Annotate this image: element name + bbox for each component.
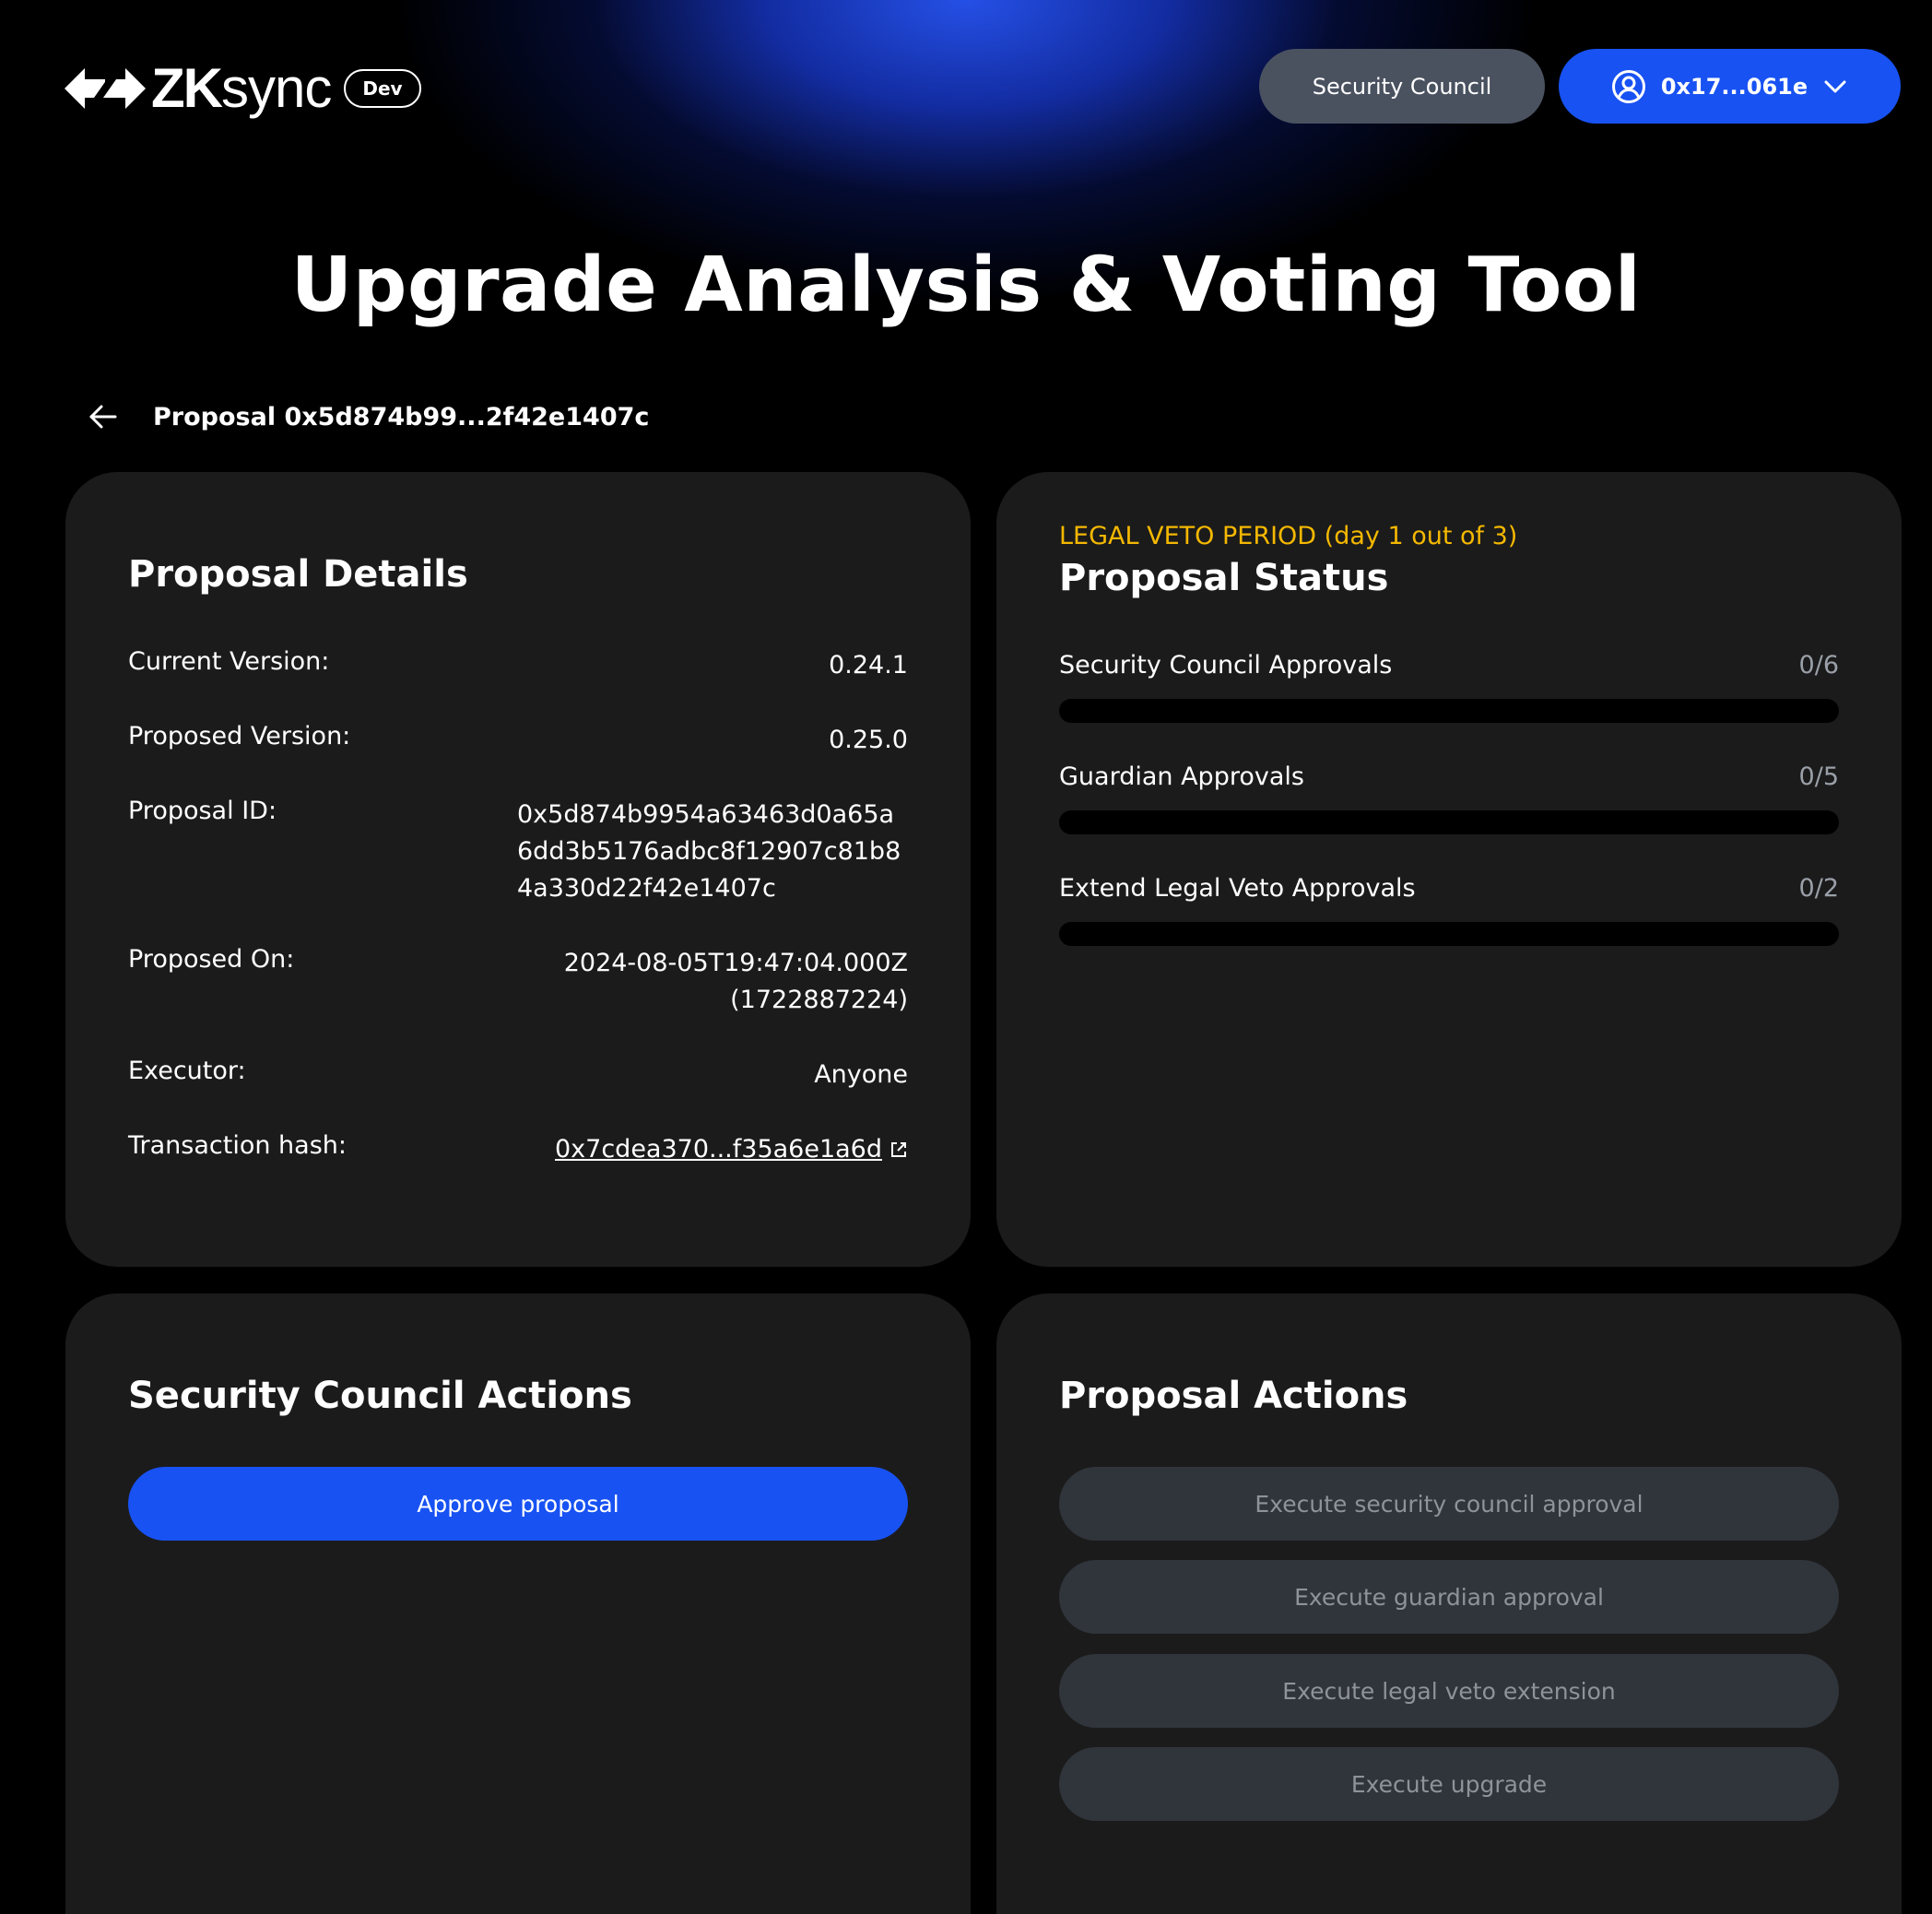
back-arrow-icon[interactable] bbox=[88, 402, 118, 431]
proposed-on-value: 2024-08-05T19:47:04.000Z (1722887224) bbox=[564, 945, 908, 1019]
progress-bar bbox=[1059, 699, 1839, 723]
transaction-hash-link[interactable]: 0x7cdea370...f35a6e1a6d bbox=[555, 1131, 908, 1168]
wallet-address: 0x17...061e bbox=[1660, 73, 1808, 100]
execute-upgrade-button[interactable]: Execute upgrade bbox=[1059, 1747, 1839, 1821]
stat-label: Guardian Approvals bbox=[1059, 762, 1304, 791]
progress-bar bbox=[1059, 922, 1839, 946]
stat-label: Security Council Approvals bbox=[1059, 651, 1393, 679]
detail-row-proposed-on: Proposed On: 2024-08-05T19:47:04.000Z (1… bbox=[128, 945, 908, 1019]
detail-row-current-version: Current Version: 0.24.1 bbox=[128, 647, 908, 684]
proposal-status-title: Proposal Status bbox=[1059, 557, 1389, 599]
progress-bar bbox=[1059, 810, 1839, 834]
detail-value: Anyone bbox=[814, 1060, 908, 1089]
security-council-button[interactable]: Security Council bbox=[1259, 49, 1545, 124]
proposal-details-title: Proposal Details bbox=[128, 553, 468, 596]
zksync-logo[interactable]: ZKsync Dev bbox=[65, 61, 421, 116]
detail-row-executor: Executor: Anyone bbox=[128, 1057, 908, 1093]
detail-row-proposal-id: Proposal ID: 0x5d874b9954a63463d0a65a6dd… bbox=[128, 797, 908, 907]
approve-proposal-button[interactable]: Approve proposal bbox=[128, 1467, 908, 1541]
external-link-icon bbox=[891, 1142, 906, 1157]
proposal-id-value: 0x5d874b9954a63463d0a65a6dd3b5176adbc8f1… bbox=[517, 800, 901, 903]
user-icon bbox=[1611, 69, 1645, 103]
proposal-details-card: Proposal Details Current Version: 0.24.1… bbox=[65, 472, 971, 1267]
page: ZKsync Dev Security Council 0x17...061e … bbox=[0, 0, 1932, 1914]
stat-count: 0/2 bbox=[1798, 874, 1839, 903]
execute-guardian-approval-button[interactable]: Execute guardian approval bbox=[1059, 1560, 1839, 1634]
detail-row-proposed-version: Proposed Version: 0.25.0 bbox=[128, 722, 908, 759]
brand-name: ZKsync bbox=[151, 61, 332, 116]
detail-label: Executor: bbox=[128, 1057, 246, 1085]
execute-legal-veto-extension-button[interactable]: Execute legal veto extension bbox=[1059, 1654, 1839, 1728]
detail-label: Transaction hash: bbox=[128, 1131, 347, 1160]
breadcrumb: Proposal 0x5d874b99...2f42e1407c bbox=[88, 398, 649, 435]
detail-label: Proposal ID: bbox=[128, 797, 277, 825]
stat-count: 0/5 bbox=[1798, 762, 1839, 791]
detail-value: 0.24.1 bbox=[829, 651, 908, 679]
proposed-on-timestamp: (1722887224) bbox=[730, 986, 908, 1014]
veto-period-label: LEGAL VETO PERIOD (day 1 out of 3) bbox=[1059, 522, 1518, 550]
detail-label: Proposed Version: bbox=[128, 722, 351, 750]
detail-value: 0.25.0 bbox=[829, 726, 908, 754]
stat-count: 0/6 bbox=[1798, 651, 1839, 679]
proposal-actions-card: Proposal Actions Execute security counci… bbox=[996, 1294, 1902, 1914]
brand-zk: ZK bbox=[151, 57, 223, 119]
proposal-status-card: LEGAL VETO PERIOD (day 1 out of 3) Propo… bbox=[996, 472, 1902, 1267]
env-badge: Dev bbox=[344, 69, 421, 108]
wallet-button[interactable]: 0x17...061e bbox=[1559, 49, 1901, 124]
detail-row-transaction-hash: Transaction hash: 0x7cdea370...f35a6e1a6… bbox=[128, 1131, 908, 1168]
page-title: Upgrade Analysis & Voting Tool bbox=[290, 242, 1642, 329]
execute-security-council-approval-button[interactable]: Execute security council approval bbox=[1059, 1467, 1839, 1541]
proposed-on-date: 2024-08-05T19:47:04.000Z bbox=[563, 949, 908, 977]
zksync-arrows-icon bbox=[65, 68, 146, 109]
transaction-hash-text: 0x7cdea370...f35a6e1a6d bbox=[555, 1135, 882, 1164]
detail-label: Current Version: bbox=[128, 647, 330, 676]
brand-sync: sync bbox=[220, 57, 332, 119]
detail-label: Proposed On: bbox=[128, 945, 295, 974]
chevron-down-icon bbox=[1824, 80, 1846, 92]
security-council-actions-card: Security Council Actions Approve proposa… bbox=[65, 1294, 971, 1914]
proposal-breadcrumb-title: Proposal 0x5d874b99...2f42e1407c bbox=[153, 402, 650, 431]
stat-label: Extend Legal Veto Approvals bbox=[1059, 874, 1416, 903]
proposal-actions-title: Proposal Actions bbox=[1059, 1375, 1408, 1417]
security-council-actions-title: Security Council Actions bbox=[128, 1375, 632, 1417]
